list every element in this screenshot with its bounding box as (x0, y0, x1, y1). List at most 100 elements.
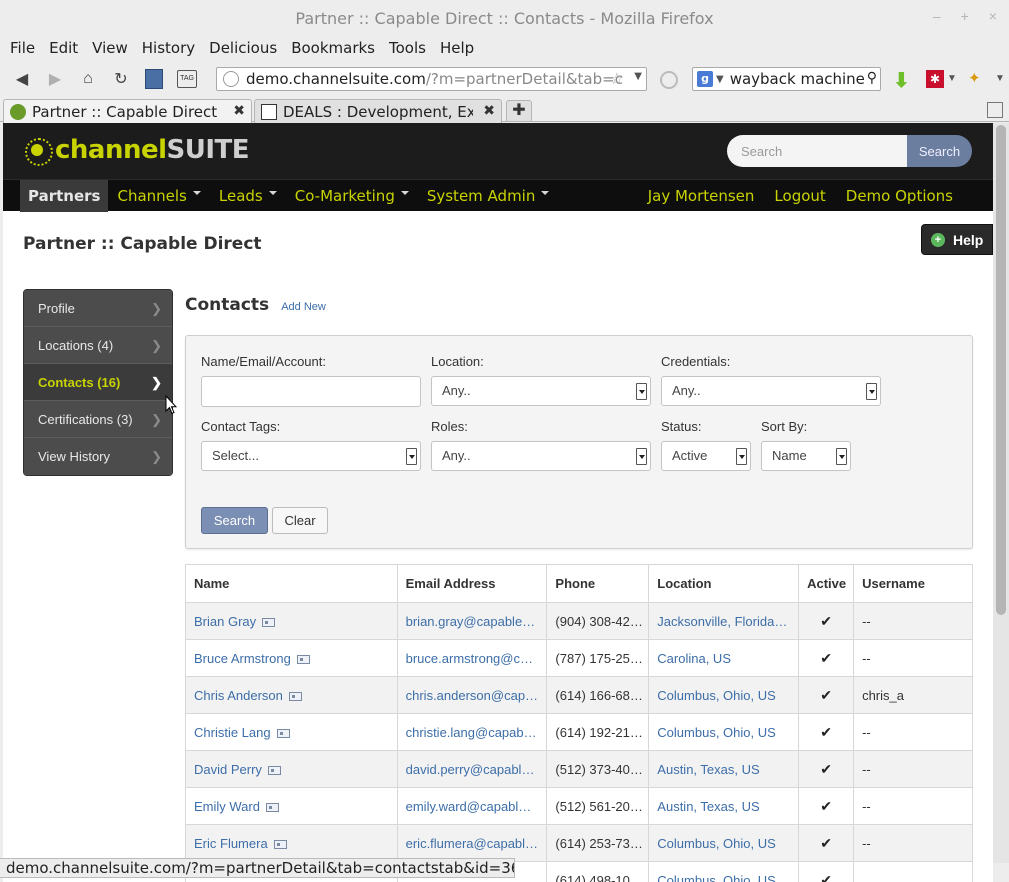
contact-location-cell[interactable]: Columbus, Ohio, US (648, 824, 800, 862)
bookmark-page-icon[interactable] (142, 67, 166, 91)
forward-arrow-icon[interactable]: ▶ (43, 67, 67, 91)
vcard-icon[interactable] (273, 839, 287, 849)
engine-dropdown-icon[interactable]: ▼ (716, 74, 724, 85)
url-dropdown-icon[interactable]: ▼ (634, 71, 642, 82)
contact-name-cell[interactable]: Eric Flumera (185, 824, 398, 862)
contact-location-cell[interactable]: Columbus, Ohio, US (648, 713, 800, 751)
bee-dropdown-icon[interactable]: ▼ (995, 73, 1005, 84)
contact-name-cell[interactable]: Bruce Armstrong (185, 639, 398, 677)
browser-search-bar[interactable]: g ▼ wayback machine ⚲ (692, 67, 881, 91)
side-nav-view-history[interactable]: View History ❯ (24, 438, 172, 475)
filter-clear-button[interactable]: Clear (272, 507, 328, 534)
page-scrollbar[interactable] (993, 123, 1009, 863)
side-nav-contacts[interactable]: Contacts (16) ❯ (24, 364, 172, 401)
contact-email-cell[interactable]: emily.ward@capabl… (396, 787, 548, 825)
status-select[interactable]: Active (661, 441, 751, 471)
contact-location-cell[interactable]: Jacksonville, Florida… (648, 602, 800, 640)
extension-dropdown-icon[interactable]: ▼ (947, 73, 957, 84)
side-nav-certifications[interactable]: Certifications (3) ❯ (24, 401, 172, 438)
close-tab-icon[interactable]: ✖ (483, 103, 495, 119)
new-tab-button[interactable]: ✚ (506, 100, 532, 122)
table-row[interactable]: Bruce Armstrong bruce.armstrong@c… (787) 1… (185, 639, 973, 677)
nav-co-marketing[interactable]: Co-Marketing (286, 180, 418, 212)
contact-location-cell[interactable]: Columbus, Ohio, US (648, 676, 800, 714)
menu-view[interactable]: View (92, 39, 128, 57)
magnifier-icon[interactable]: ⚲ (867, 70, 877, 86)
nav-logout[interactable]: Logout (764, 180, 835, 212)
contact-location-cell[interactable]: Austin, Texas, US (648, 750, 800, 788)
contact-email-cell[interactable]: bruce.armstrong@c… (396, 639, 548, 677)
sort-by-select[interactable]: Name (761, 441, 851, 471)
table-row[interactable]: Christie Lang christie.lang@capab… (614) 1… (185, 713, 973, 751)
app-search-button[interactable]: Search (907, 135, 972, 167)
close-tab-icon[interactable]: ✖ (233, 103, 245, 119)
column-header-username[interactable]: Username (853, 564, 973, 603)
roles-select[interactable]: Any.. (431, 441, 651, 471)
contact-email-cell[interactable]: chris.anderson@cap… (396, 676, 548, 714)
home-icon[interactable]: ⌂ (76, 67, 100, 91)
vcard-icon[interactable] (265, 802, 279, 812)
site-identity-icon[interactable] (223, 71, 239, 87)
tag-icon[interactable]: TAG (175, 67, 199, 91)
table-row[interactable]: Eric Flumera eric.flumera@capabl… (614) 25… (185, 824, 973, 862)
add-new-link[interactable]: Add New (281, 301, 326, 313)
filter-search-button[interactable]: Search (201, 507, 268, 534)
download-arrow-icon[interactable]: ⬇ (893, 68, 910, 93)
stop-icon[interactable] (660, 71, 678, 89)
close-window-icon[interactable]: × (989, 8, 997, 24)
channelsuite-logo[interactable]: channel SUITE (23, 135, 250, 166)
help-button[interactable]: + Help (921, 224, 993, 255)
nav-system-admin[interactable]: System Admin (418, 180, 559, 212)
column-header-active[interactable]: Active (798, 564, 855, 603)
column-header-phone[interactable]: Phone (546, 564, 650, 603)
menu-edit[interactable]: Edit (49, 39, 78, 57)
menu-help[interactable]: Help (440, 39, 474, 57)
vcard-icon[interactable] (276, 728, 290, 738)
vcard-icon[interactable] (288, 691, 302, 701)
app-search-input[interactable] (727, 135, 907, 167)
contact-email-cell[interactable]: christie.lang@capab… (396, 713, 548, 751)
nav-leads[interactable]: Leads (210, 180, 286, 212)
tab-groups-icon[interactable] (987, 102, 1003, 118)
table-row[interactable]: Chris Anderson chris.anderson@cap… (614) 1… (185, 676, 973, 714)
contact-name-cell[interactable]: Brian Gray (185, 602, 398, 640)
contact-email-cell[interactable]: david.perry@capabl… (396, 750, 548, 788)
vcard-icon[interactable] (296, 654, 310, 664)
tab-partner[interactable]: Partner :: Capable Direct ... ✖ (3, 99, 252, 123)
contact-name-cell[interactable]: Christie Lang (185, 713, 398, 751)
maximize-icon[interactable]: + (961, 8, 969, 24)
contact-email-cell[interactable]: brian.gray@capable… (396, 602, 548, 640)
contact-name-cell[interactable]: David Perry (185, 750, 398, 788)
nav-channels[interactable]: Channels (108, 180, 209, 212)
bookmark-star-icon[interactable]: ☆ (610, 69, 624, 88)
column-header-email[interactable]: Email Address (396, 564, 548, 603)
menu-history[interactable]: History (142, 39, 195, 57)
contact-tags-select[interactable]: Select... (201, 441, 421, 471)
name-email-account-input[interactable] (201, 376, 421, 407)
table-row[interactable]: David Perry david.perry@capabl… (512) 373-… (185, 750, 973, 788)
location-select[interactable]: Any.. (431, 376, 651, 406)
tab-deals[interactable]: DEALS : Development, Ex... ✖ (254, 99, 502, 123)
back-arrow-icon[interactable]: ◀ (10, 67, 34, 91)
column-header-name[interactable]: Name (185, 564, 398, 603)
contact-name-cell[interactable]: Chris Anderson (185, 676, 398, 714)
address-bar[interactable]: demo.channelsuite.com /?m=partnerDetail&… (216, 67, 647, 91)
side-nav-locations[interactable]: Locations (4) ❯ (24, 327, 172, 364)
extension-red-icon[interactable]: ✱ (926, 70, 944, 88)
table-row[interactable]: Brian Gray brian.gray@capable… (904) 308-4… (185, 602, 973, 640)
nav-partners[interactable]: Partners (20, 179, 109, 212)
column-header-location[interactable]: Location (648, 564, 800, 603)
menu-tools[interactable]: Tools (389, 39, 426, 57)
menu-file[interactable]: File (10, 39, 35, 57)
nav-demo-options[interactable]: Demo Options (836, 180, 963, 212)
table-row[interactable]: Emily Ward emily.ward@capabl… (512) 561-20… (185, 787, 973, 825)
minimize-icon[interactable]: – (933, 8, 941, 24)
menu-delicious[interactable]: Delicious (209, 39, 277, 57)
contact-location-cell[interactable]: Columbus, Ohio, US (648, 861, 800, 882)
nav-user-name[interactable]: Jay Mortensen (638, 180, 765, 212)
contact-name-cell[interactable]: Emily Ward (185, 787, 398, 825)
menu-bookmarks[interactable]: Bookmarks (291, 39, 375, 57)
reload-icon[interactable]: ↻ (109, 67, 133, 91)
credentials-select[interactable]: Any.. (661, 376, 881, 406)
vcard-icon[interactable] (267, 765, 281, 775)
